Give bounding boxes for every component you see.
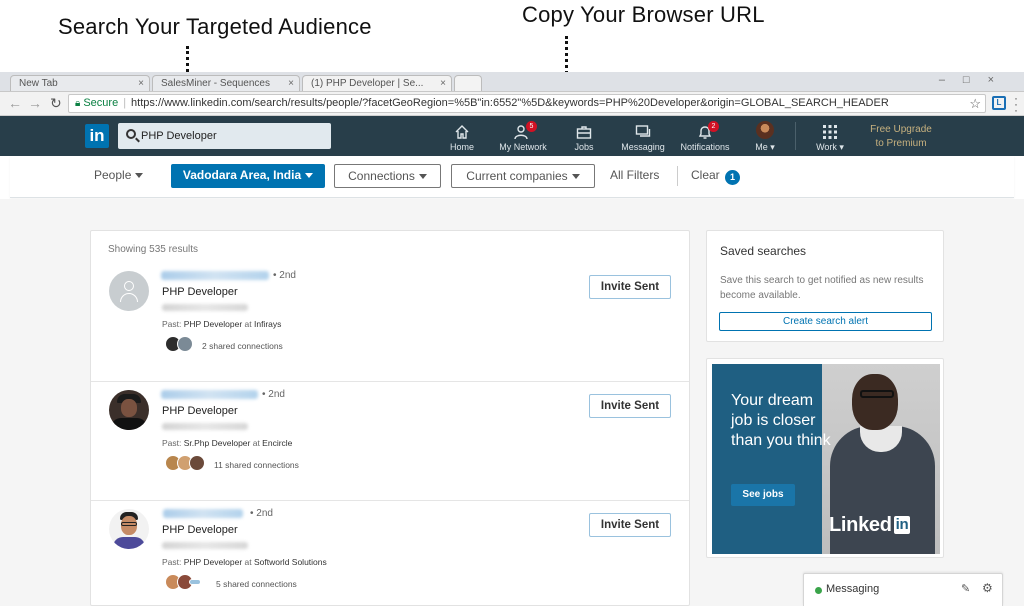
person-title: PHP Developer (162, 405, 238, 417)
network-badge: 5 (526, 121, 537, 132)
online-status-dot (815, 587, 822, 594)
nav-notifications[interactable]: 2 Notifications (677, 116, 733, 156)
search-icon (126, 129, 136, 139)
invite-sent-button[interactable]: Invite Sent (589, 394, 671, 418)
clear-filters-button[interactable]: Clear (691, 164, 720, 188)
close-icon[interactable]: × (138, 78, 144, 89)
result-row[interactable]: • 2nd PHP Developer Past: PHP Developer … (91, 501, 689, 606)
avatar (177, 336, 193, 352)
search-filter-bar: People Vadodara Area, India Connections … (10, 156, 1014, 198)
browser-toolbar: ← → ↻ 🔒︎ Secure | https://www.linkedin.com/… (0, 92, 1024, 116)
caret-down-icon (135, 173, 144, 179)
blurred-name[interactable] (161, 390, 258, 399)
extension-icon[interactable]: L (992, 96, 1006, 110)
browser-tab[interactable]: New Tab × (10, 75, 150, 91)
connection-degree: • 2nd (262, 389, 285, 400)
window-controls[interactable]: –□× (939, 74, 1012, 86)
compose-icon[interactable]: ✎ (961, 582, 970, 595)
browser-tab-active[interactable]: (1) PHP Developer | Se... × (302, 75, 452, 91)
advertisement-card[interactable]: Your dream job is closer than you think … (706, 358, 944, 558)
browser-tab[interactable]: SalesMiner - Sequences × (152, 75, 300, 91)
caret-down-icon (418, 174, 427, 180)
caret-down-icon (571, 174, 580, 180)
current-companies-filter-button[interactable]: Current companies (451, 164, 595, 188)
ad-banner[interactable]: Your dream job is closer than you think … (712, 364, 940, 554)
premium-upgrade-link[interactable]: Free Upgrade to Premium (862, 123, 940, 151)
create-search-alert-button[interactable]: Create search alert (719, 312, 932, 331)
annotation-copy-url: Copy Your Browser URL (522, 2, 765, 27)
nav-messaging[interactable]: Messaging (620, 116, 666, 156)
avatar[interactable] (109, 390, 149, 430)
avatar (189, 455, 205, 471)
linkedin-wordmark-logo: Linked in (829, 514, 911, 536)
nav-my-network[interactable]: 5 My Network (495, 116, 551, 156)
connection-degree: • 2nd (273, 270, 296, 281)
blurred-location (162, 304, 248, 311)
back-arrow-icon[interactable]: ← (8, 95, 22, 111)
notifications-badge: 2 (708, 121, 719, 132)
new-tab-button[interactable] (454, 75, 482, 91)
chat-icon (635, 125, 651, 137)
invite-sent-button[interactable]: Invite Sent (589, 513, 671, 537)
bookmark-star-icon[interactable]: ☆ (969, 95, 981, 112)
results-count: Showing 535 results (108, 244, 199, 255)
nav-work[interactable]: Work ▾ (812, 116, 848, 156)
home-icon (455, 125, 469, 139)
annotation-search-audience: Search Your Targeted Audience (58, 14, 372, 39)
past-position: Past: Sr.Php Developer at Encircle (162, 438, 293, 448)
avatar[interactable] (109, 271, 149, 311)
all-filters-button[interactable]: All Filters (610, 164, 659, 188)
search-box[interactable] (118, 123, 331, 149)
ad-headline: Your dream job is closer than you think (731, 392, 831, 449)
see-jobs-button[interactable]: See jobs (731, 484, 795, 506)
result-row[interactable]: • 2nd PHP Developer Past: Sr.Php Develop… (91, 382, 689, 501)
past-position: Past: PHP Developer at Softworld Solutio… (162, 557, 327, 567)
linkedin-navbar: in Home 5 My Network Jobs (0, 116, 1024, 156)
messaging-bar[interactable]: Messaging ✎ ⚙ (803, 573, 1003, 606)
url-text[interactable]: https://www.linkedin.com/search/results/… (131, 97, 889, 109)
search-results-panel: Showing 535 results • 2nd PHP Developer … (90, 230, 690, 606)
messaging-label: Messaging (826, 583, 880, 595)
linkedin-logo[interactable]: in (85, 124, 109, 148)
address-bar[interactable]: 🔒︎ Secure | https://www.linkedin.com/search… (68, 94, 986, 113)
connections-filter-button[interactable]: Connections (334, 164, 441, 188)
nav-me[interactable]: Me ▾ (750, 116, 780, 156)
close-icon[interactable]: × (288, 78, 294, 89)
search-input[interactable] (141, 127, 321, 145)
blurred-location (162, 423, 248, 430)
caret-down-icon (305, 173, 314, 179)
person-title: PHP Developer (162, 286, 238, 298)
filter-count-badge: 1 (725, 170, 740, 185)
secure-label: Secure (83, 97, 119, 109)
avatar (756, 121, 774, 139)
gear-icon[interactable]: ⚙ (982, 581, 993, 595)
blurred-name[interactable] (161, 271, 269, 280)
saved-searches-title: Saved searches (720, 244, 807, 258)
briefcase-icon (576, 126, 592, 139)
lock-icon: 🔒︎ (75, 98, 81, 109)
blurred-location (162, 542, 248, 549)
nav-jobs[interactable]: Jobs (570, 116, 598, 156)
browser-tabstrip: New Tab × SalesMiner - Sequences × (1) PHP… (0, 72, 1024, 92)
result-row[interactable]: • 2nd PHP Developer Past: PHP Developer … (91, 263, 689, 382)
nav-home[interactable]: Home (449, 116, 475, 156)
avatar[interactable] (109, 509, 149, 549)
forward-arrow-icon[interactable]: → (28, 95, 42, 111)
people-filter-dropdown[interactable]: People (94, 164, 144, 188)
invite-sent-button[interactable]: Invite Sent (589, 275, 671, 299)
grid-icon (823, 125, 837, 139)
location-filter-button[interactable]: Vadodara Area, India (171, 164, 325, 188)
browser-menu-icon[interactable]: · · · (1014, 92, 1018, 116)
blurred-name[interactable] (163, 509, 243, 518)
connection-degree: • 2nd (250, 508, 273, 519)
reload-icon[interactable]: ↻ (50, 95, 62, 111)
saved-searches-description: Save this search to get notified as new … (720, 275, 924, 301)
saved-searches-card: Saved searches Save this search to get n… (706, 230, 944, 342)
past-position: Past: PHP Developer at Infirays (162, 319, 282, 329)
close-icon[interactable]: × (440, 78, 446, 89)
screenshot: Search Your Targeted Audience Copy Your … (0, 0, 1024, 606)
avatar (189, 579, 201, 585)
person-title: PHP Developer (162, 524, 238, 536)
